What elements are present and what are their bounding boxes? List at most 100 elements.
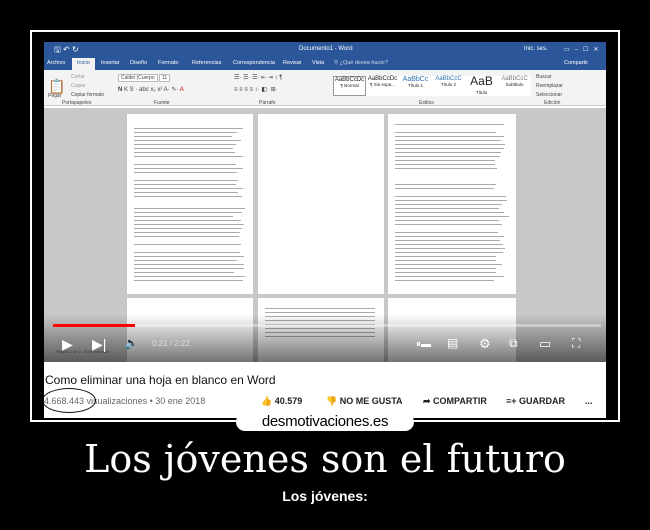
video-controls: ▶ ▶| 🔈 0:21 / 2:22 ⏸▬ ▤ ⚙ ⧉ ▭ ⛶ xyxy=(44,314,606,362)
text-line xyxy=(134,268,244,269)
tell-me-text: ¿Qué desea hacer? xyxy=(340,60,389,66)
paste-button[interactable]: Pegar xyxy=(48,93,61,99)
tab-archivo[interactable]: Archivo xyxy=(47,60,65,66)
text-line xyxy=(134,220,241,221)
share-button[interactable]: Compartir xyxy=(564,60,588,66)
text-line xyxy=(134,236,239,237)
format-painter[interactable]: Copiar formato xyxy=(71,92,104,98)
text-line xyxy=(134,264,244,265)
text-line xyxy=(395,136,504,137)
text-line xyxy=(395,208,499,209)
tab-insertar[interactable]: Insertar xyxy=(101,60,120,66)
align-buttons[interactable]: ≡ ≡ ≡ ≡ ↕· ◧· ⊞· xyxy=(234,86,278,93)
tab-formato[interactable]: Formato xyxy=(158,60,178,66)
text-line xyxy=(395,244,503,245)
settings-icon[interactable]: ⚙ xyxy=(479,336,491,352)
tab-diseno[interactable]: Diseño xyxy=(130,60,147,66)
theater-icon[interactable]: ▭ xyxy=(539,336,551,352)
tab-referencias[interactable]: Referencias xyxy=(192,60,221,66)
fullscreen-icon[interactable]: ⛶ xyxy=(572,336,580,351)
text-line xyxy=(395,264,502,265)
group-label: Portapapeles xyxy=(62,100,91,106)
text-line xyxy=(395,220,499,221)
copy-button[interactable]: Copiar xyxy=(71,83,86,89)
style-sin-espaciado[interactable]: AaBbCcDc ¶ Sin espa... xyxy=(366,76,399,96)
text-line xyxy=(134,280,243,281)
replace-button[interactable]: Reemplazar xyxy=(536,83,563,89)
word-titlebar: 🖫 ↶ ↻ Documento1 - Word Inic. ses. ▭ – ☐… xyxy=(44,42,606,57)
style-titulo[interactable]: AaB Título xyxy=(465,76,498,96)
text-line xyxy=(134,152,235,153)
text-line xyxy=(395,236,504,237)
text-line xyxy=(134,256,244,257)
save-icon[interactable]: 🖫 ↶ ↻ xyxy=(54,44,79,58)
group-label: Párrafo xyxy=(259,100,275,106)
text-line xyxy=(395,212,504,213)
group-label: Edición xyxy=(544,100,560,106)
like-count: 40.579 xyxy=(275,396,303,406)
save-label: GUARDAR xyxy=(519,396,565,406)
like-button[interactable]: 👍 40.579 xyxy=(261,396,302,407)
text-line xyxy=(134,192,238,193)
text-line xyxy=(395,196,506,197)
text-line xyxy=(134,140,241,141)
text-line xyxy=(134,276,245,277)
tab-revisar[interactable]: Revisar xyxy=(283,60,302,66)
paragraph-buttons[interactable]: ☰· ☰· ☰· ⇤ ⇥ ↕ ¶ xyxy=(234,74,282,81)
group-label: Estilos xyxy=(419,100,434,106)
tab-inicio[interactable]: Inicio xyxy=(72,58,95,70)
text-line xyxy=(395,160,495,161)
font-size-select[interactable]: 11 xyxy=(159,74,170,82)
text-line xyxy=(134,228,242,229)
text-line xyxy=(395,248,505,249)
dislike-button[interactable]: 👎 NO ME GUSTA xyxy=(326,396,403,407)
style-titulo-2[interactable]: AaBbCcC Título 2 xyxy=(432,76,465,96)
text-line xyxy=(395,188,494,189)
progress-fill xyxy=(53,324,135,327)
style-normal[interactable]: AaBbCcDc ¶ Normal xyxy=(333,76,366,96)
next-icon[interactable]: ▶| xyxy=(92,336,106,353)
tab-correspondencia[interactable]: Correspondencia xyxy=(233,60,275,66)
poster-subtitle: Los jóvenes: xyxy=(0,488,650,504)
autoplay-toggle[interactable]: ⏸▬ xyxy=(416,339,431,350)
cut-button[interactable]: Cortar xyxy=(71,74,85,80)
text-line xyxy=(395,232,498,233)
style-subtitulo[interactable]: AaBbCcC Subtítulo xyxy=(498,76,531,96)
text-line xyxy=(134,128,243,129)
save-video-button[interactable]: ≡+ GUARDAR xyxy=(506,396,565,406)
dislike-label: NO ME GUSTA xyxy=(340,396,403,406)
find-button[interactable]: Buscar xyxy=(536,74,552,80)
text-line xyxy=(134,184,236,185)
text-line xyxy=(134,260,237,261)
share-label: COMPARTIR xyxy=(433,396,487,406)
share-video-button[interactable]: ➦ COMPARTIR xyxy=(423,396,487,407)
text-line xyxy=(134,180,238,181)
subtitles-icon[interactable]: ▤ xyxy=(447,336,458,350)
text-line xyxy=(134,136,232,137)
window-controls[interactable]: ▭ – ☐ ✕ xyxy=(564,46,598,53)
text-line xyxy=(395,204,502,205)
text-line xyxy=(395,276,504,277)
style-titulo-1[interactable]: AaBbCc Título 1 xyxy=(399,76,432,96)
miniplayer-icon[interactable]: ⧉ xyxy=(509,336,518,351)
text-line xyxy=(265,312,375,313)
font-format-buttons[interactable]: N K S · abc x₂ x² A· ✎· A xyxy=(118,86,184,93)
upload-date: 30 ene 2018 xyxy=(155,396,205,406)
text-line xyxy=(134,224,244,225)
page xyxy=(127,114,253,294)
tell-me[interactable]: ⚲ ¿Qué desea hacer? xyxy=(334,60,388,66)
tab-vista[interactable]: Vista xyxy=(312,60,324,66)
text-line xyxy=(395,224,502,225)
more-button[interactable]: ... xyxy=(585,396,593,406)
ribbon-tabs: Archivo Inicio Insertar Diseño Formato R… xyxy=(44,57,606,70)
group-label: Fuente xyxy=(154,100,170,106)
font-name-select[interactable]: Calibri (Cuerpo xyxy=(118,74,158,82)
text-line xyxy=(395,184,496,185)
play-icon[interactable]: ▶ xyxy=(62,336,73,353)
text-line xyxy=(134,196,242,197)
volume-icon[interactable]: 🔈 xyxy=(124,336,139,350)
sign-in[interactable]: Inic. ses. xyxy=(524,46,548,52)
text-line xyxy=(395,132,496,133)
progress-bar[interactable] xyxy=(53,324,601,327)
select-button[interactable]: Seleccionar xyxy=(536,92,562,98)
